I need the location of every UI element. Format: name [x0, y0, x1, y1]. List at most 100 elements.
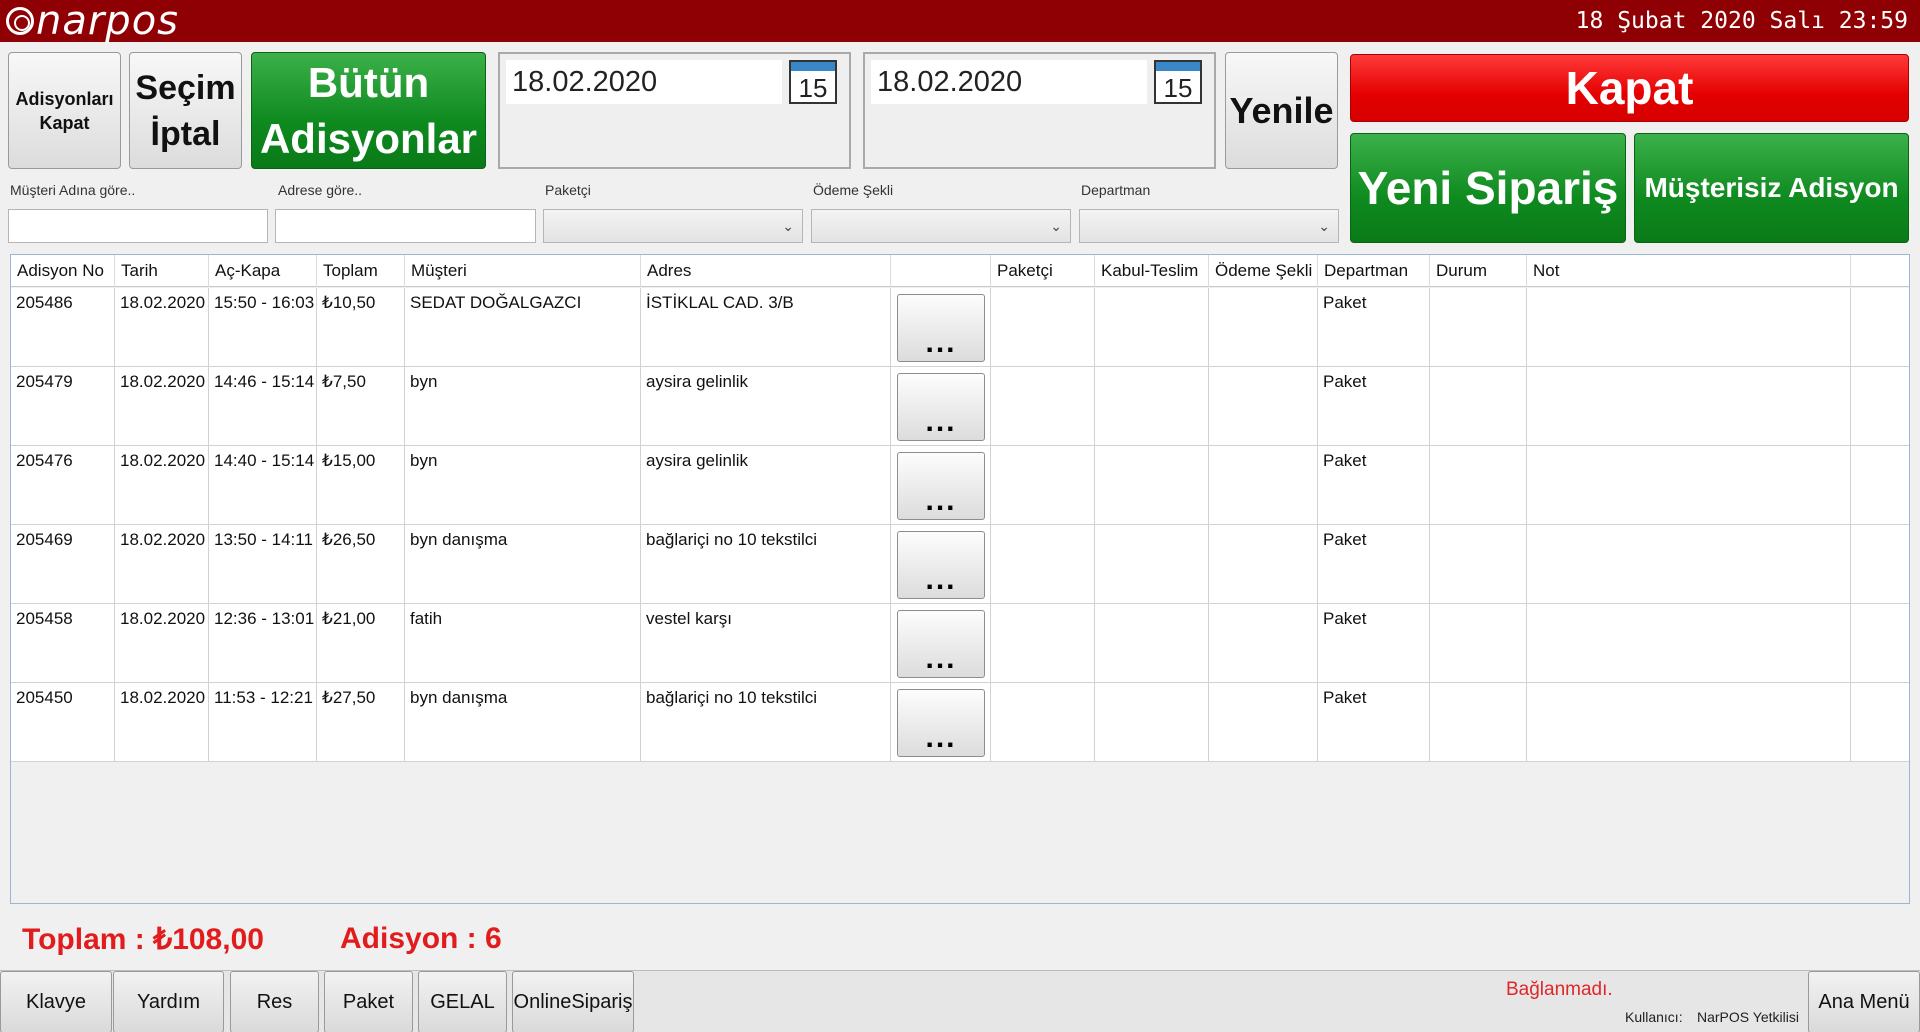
cell-payment [1209, 446, 1318, 525]
table-row[interactable]: 205486 18.02.2020 15:50 - 16:03 ₺10,50 SEDAT… [11, 288, 1909, 367]
cell-date: 18.02.2020 [115, 604, 209, 683]
cell-no: 205476 [11, 446, 115, 525]
more-options-button[interactable]: ... [897, 531, 985, 599]
column-header[interactable]: Tarih [115, 255, 209, 287]
more-options-button[interactable]: ... [897, 452, 985, 520]
close-orders-button[interactable]: Adisyonları Kapat [8, 52, 121, 169]
courier-select[interactable]: ⌄ [543, 209, 803, 243]
main-menu-button[interactable]: Ana Menü [1808, 971, 1920, 1032]
column-header[interactable]: Aç-Kapa [209, 255, 317, 287]
cell-date: 18.02.2020 [115, 367, 209, 446]
close-orders-label-2: Kapat [39, 112, 90, 133]
cell-empty [1851, 288, 1909, 367]
calendar-day: 15 [798, 73, 828, 103]
table-row[interactable]: 205476 18.02.2020 14:40 - 15:14 ₺15,00 byn ay… [11, 446, 1909, 525]
column-header[interactable] [891, 255, 991, 287]
chevron-down-icon: ⌄ [1050, 218, 1062, 234]
bottom-bar: Klavye Yardım Res Paket GELAL OnlineSipa… [0, 970, 1920, 1032]
cell-no: 205450 [11, 683, 115, 762]
customer-filter-input[interactable] [8, 209, 268, 243]
package-button[interactable]: Paket [324, 971, 413, 1032]
cell-accept [1095, 288, 1209, 367]
address-filter-label: Adrese göre.. [278, 182, 363, 198]
gelal-button[interactable]: GELAL [418, 971, 507, 1032]
cell-no: 205458 [11, 604, 115, 683]
cell-accept [1095, 683, 1209, 762]
column-header[interactable]: Departman [1318, 255, 1430, 287]
column-header[interactable]: Adisyon No [11, 255, 115, 287]
app-window: narpos 18 Şubat 2020 Salı 23:59 Adisyonl… [0, 0, 1920, 1032]
column-header[interactable]: Müşteri [405, 255, 641, 287]
more-options-button[interactable]: ... [897, 294, 985, 362]
column-header[interactable]: Not [1527, 255, 1851, 287]
column-header[interactable]: Kabul-Teslim [1095, 255, 1209, 287]
table-row[interactable]: 205450 18.02.2020 11:53 - 12:21 ₺27,50 byn d… [11, 683, 1909, 762]
cell-dept: Paket [1318, 525, 1430, 604]
cell-total: ₺21,00 [317, 604, 405, 683]
help-button[interactable]: Yardım [113, 971, 224, 1032]
all-orders-label-1: Bütün [307, 58, 430, 106]
cell-address: aysira gelinlik [641, 446, 891, 525]
new-order-button[interactable]: Yeni Sipariş [1350, 133, 1626, 243]
logo-icon [6, 7, 34, 35]
table-row[interactable]: 205479 18.02.2020 14:46 - 15:14 ₺7,50 byn ays… [11, 367, 1909, 446]
orders-grid[interactable]: Adisyon No Tarih Aç-Kapa Toplam Müşteri Adres… [10, 254, 1910, 904]
date-to-picker[interactable]: 18.02.2020 15 [863, 52, 1216, 169]
payment-filter-label: Ödeme Şekli [813, 182, 894, 198]
column-header[interactable]: Paketçi [991, 255, 1095, 287]
close-button[interactable]: Kapat [1350, 54, 1909, 122]
cell-dept: Paket [1318, 288, 1430, 367]
cell-courier [991, 525, 1095, 604]
res-button[interactable]: Res [230, 971, 319, 1032]
cell-empty [1851, 604, 1909, 683]
cancel-selection-button[interactable]: Seçim İptal [129, 52, 242, 169]
column-header[interactable]: Adres [641, 255, 891, 287]
calendar-icon[interactable]: 15 [789, 60, 837, 104]
cell-note [1527, 683, 1851, 762]
refresh-button[interactable]: Yenile [1225, 52, 1338, 169]
no-customer-order-button[interactable]: Müşterisiz Adisyon [1634, 133, 1909, 243]
cell-status [1430, 288, 1527, 367]
cancel-selection-label-2: İptal [150, 114, 221, 153]
user-label: Kullanıcı: [1625, 1009, 1683, 1025]
column-header[interactable]: Durum [1430, 255, 1527, 287]
more-options-button[interactable]: ... [897, 689, 985, 757]
cancel-selection-label-1: Seçim [135, 68, 236, 107]
date-from-picker[interactable]: 18.02.2020 15 [498, 52, 851, 169]
cell-customer: byn danışma [405, 525, 641, 604]
keyboard-button[interactable]: Klavye [0, 971, 112, 1032]
date-to-value[interactable]: 18.02.2020 [871, 60, 1147, 104]
date-from-value[interactable]: 18.02.2020 [506, 60, 782, 104]
department-select[interactable]: ⌄ [1079, 209, 1339, 243]
cell-empty [1851, 525, 1909, 604]
cell-customer: byn [405, 446, 641, 525]
calendar-icon[interactable]: 15 [1154, 60, 1202, 104]
cell-payment [1209, 604, 1318, 683]
cell-actions: ... [891, 683, 991, 762]
close-orders-label-1: Adisyonları [15, 88, 114, 109]
column-header[interactable] [1851, 255, 1909, 287]
table-row[interactable]: 205469 18.02.2020 13:50 - 14:11 ₺26,50 byn d… [11, 525, 1909, 604]
cell-total: ₺10,50 [317, 288, 405, 367]
more-options-button[interactable]: ... [897, 373, 985, 441]
cell-address: aysira gelinlik [641, 367, 891, 446]
cell-actions: ... [891, 367, 991, 446]
cell-note [1527, 604, 1851, 683]
cell-note [1527, 446, 1851, 525]
cell-actions: ... [891, 604, 991, 683]
column-header[interactable]: Toplam [317, 255, 405, 287]
cell-actions: ... [891, 288, 991, 367]
address-filter-input[interactable] [275, 209, 536, 243]
column-header[interactable]: Ödeme Şekli [1209, 255, 1318, 287]
cell-status [1430, 683, 1527, 762]
cell-customer: SEDAT DOĞALGAZCI [405, 288, 641, 367]
cell-courier [991, 446, 1095, 525]
cell-total: ₺15,00 [317, 446, 405, 525]
online-order-button[interactable]: OnlineSipariş [512, 971, 634, 1032]
cell-address: bağlariçi no 10 tekstilci [641, 525, 891, 604]
all-orders-button[interactable]: Bütün Adisyonlar [251, 52, 486, 169]
cell-actions: ... [891, 525, 991, 604]
more-options-button[interactable]: ... [897, 610, 985, 678]
table-row[interactable]: 205458 18.02.2020 12:36 - 13:01 ₺21,00 fatih… [11, 604, 1909, 683]
payment-select[interactable]: ⌄ [811, 209, 1071, 243]
